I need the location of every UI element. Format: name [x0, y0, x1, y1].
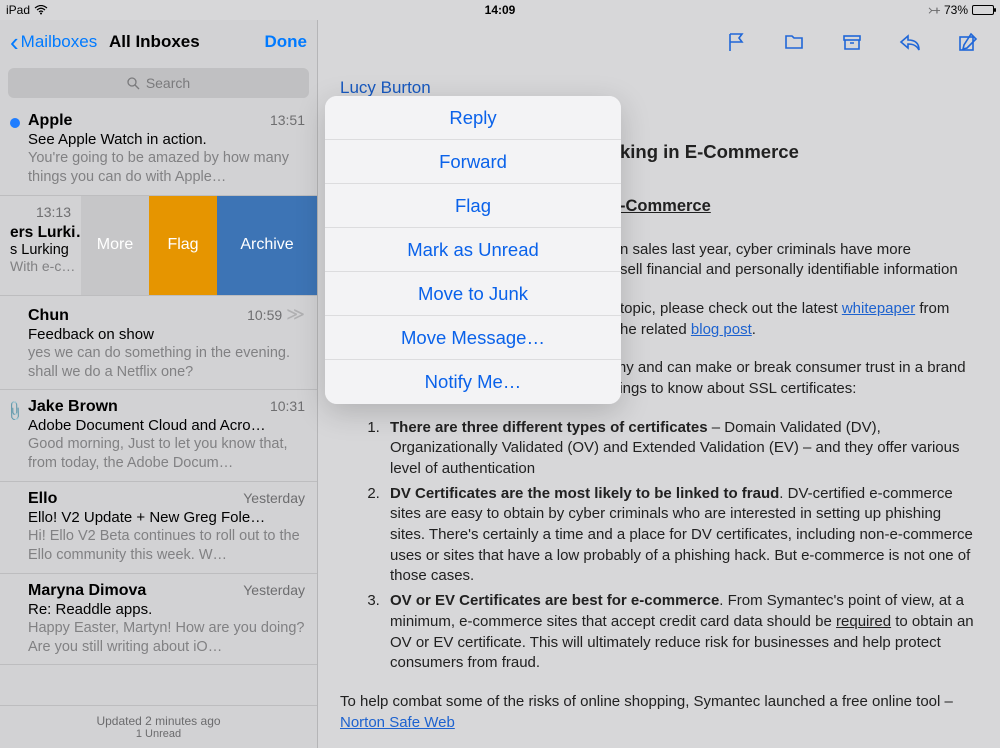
message-time: 13:13 — [10, 204, 71, 220]
flag-icon[interactable] — [724, 30, 748, 54]
message-sender: Jake Brown — [28, 398, 118, 416]
unread-dot-icon — [10, 118, 20, 128]
wifi-icon — [34, 5, 48, 15]
battery-percent: 73% — [944, 3, 968, 17]
sidebar-footer: Updated 2 minutes ago 1 Unread — [0, 705, 317, 748]
message-time: 13:51 — [270, 112, 305, 128]
footer-updated: Updated 2 minutes ago — [0, 714, 317, 728]
archive-icon[interactable] — [840, 30, 864, 54]
email-heading: -Commerce — [620, 195, 978, 218]
message-row-partial: 13:13 ers Lurki… s Lurking With e-c… — [0, 196, 81, 295]
message-preview: You're going to be amazed by how many th… — [28, 149, 305, 187]
message-subject: s Lurking — [10, 242, 75, 258]
chevron-left-icon: ‹ — [10, 29, 19, 55]
message-sender: Chun — [28, 307, 69, 325]
thread-chevron-icon: ≫ — [286, 304, 305, 324]
whitepaper-link[interactable]: whitepaper — [842, 300, 915, 317]
search-placeholder: Search — [146, 75, 190, 91]
message-preview: Happy Easter, Martyn! How are you doing?… — [28, 619, 305, 657]
popover-notify[interactable]: Notify Me… — [325, 360, 621, 404]
swipe-more-button[interactable]: More — [81, 196, 149, 295]
message-preview: yes we can do something in the evening. … — [28, 344, 305, 382]
popover-forward[interactable]: Forward — [325, 140, 621, 184]
email-title: king in E-Commerce — [620, 139, 978, 165]
message-row[interactable]: Ello Yesterday Ello! V2 Update + New Gre… — [0, 482, 317, 574]
action-popover: Reply Forward Flag Mark as Unread Move t… — [325, 96, 621, 404]
popover-move-junk[interactable]: Move to Junk — [325, 272, 621, 316]
message-row[interactable]: Apple 13:51 See Apple Watch in action. Y… — [0, 104, 317, 196]
message-time: Yesterday — [243, 582, 305, 598]
email-paragraph: topic, please check out the latest white… — [620, 299, 978, 340]
message-sender: Maryna Dimova — [28, 582, 146, 600]
popover-reply[interactable]: Reply — [325, 96, 621, 140]
message-row[interactable]: 📎 Jake Brown 10:31 Adobe Document Cloud … — [0, 390, 317, 482]
popover-move-message[interactable]: Move Message… — [325, 316, 621, 360]
search-icon — [127, 77, 140, 90]
message-list-pane: ‹ Mailboxes All Inboxes Done Search Appl… — [0, 20, 318, 748]
search-input[interactable]: Search — [8, 68, 309, 98]
message-row[interactable]: Maryna Dimova Yesterday Re: Readdle apps… — [0, 574, 317, 666]
clock: 14:09 — [485, 3, 516, 17]
device-label: iPad — [6, 3, 30, 17]
reply-icon[interactable] — [898, 30, 922, 54]
norton-link[interactable]: Norton Safe Web — [340, 714, 455, 731]
message-time: 10:31 — [270, 398, 305, 414]
message-subject: Re: Readdle apps. — [28, 601, 305, 618]
email-list: There are three different types of certi… — [384, 418, 978, 674]
email-paragraph: To help combat some of the risks of onli… — [340, 692, 978, 733]
back-label: Mailboxes — [21, 32, 98, 52]
message-subject: Feedback on show — [28, 326, 305, 343]
sidebar-navbar: ‹ Mailboxes All Inboxes Done — [0, 20, 317, 64]
message-subject: Ello! V2 Update + New Greg Fole… — [28, 509, 305, 526]
folder-icon[interactable] — [782, 30, 806, 54]
popover-flag[interactable]: Flag — [325, 184, 621, 228]
popover-mark-unread[interactable]: Mark as Unread — [325, 228, 621, 272]
message-row[interactable]: Chun 10:59≫ Feedback on show yes we can … — [0, 296, 317, 391]
swipe-archive-button[interactable]: Archive — [217, 196, 317, 295]
message-sender: ers Lurki… — [10, 224, 75, 242]
message-subject: Adobe Document Cloud and Acro… — [28, 417, 305, 434]
inbox-title: All Inboxes — [109, 32, 200, 52]
message-preview: With e-c… — [10, 258, 75, 274]
message-row-swiped[interactable]: 13:13 ers Lurki… s Lurking With e-c… Mor… — [0, 196, 317, 296]
blogpost-link[interactable]: blog post — [691, 321, 752, 338]
status-bar: iPad 14:09 ᚛ᚐ 73% — [0, 0, 1000, 20]
message-subject: See Apple Watch in action. — [28, 131, 305, 148]
battery-icon — [972, 5, 994, 15]
swipe-flag-button[interactable]: Flag — [149, 196, 217, 295]
message-preview: Good morning, Just to let you know that,… — [28, 435, 305, 473]
message-time: Yesterday — [243, 490, 305, 506]
message-list[interactable]: Apple 13:51 See Apple Watch in action. Y… — [0, 104, 317, 705]
list-item: OV or EV Certificates are best for e-com… — [384, 591, 978, 674]
email-paragraph: n sales last year, cyber criminals have … — [620, 240, 978, 281]
list-item: DV Certificates are the most likely to b… — [384, 484, 978, 587]
list-item: There are three different types of certi… — [384, 418, 978, 480]
detail-toolbar — [318, 20, 1000, 64]
message-preview: Hi! Ello V2 Beta continues to roll out t… — [28, 527, 305, 565]
footer-unread-count: 1 Unread — [0, 728, 317, 740]
message-sender: Apple — [28, 112, 72, 130]
bluetooth-icon: ᚛ᚐ — [928, 3, 940, 17]
message-time: 10:59≫ — [247, 304, 305, 325]
done-button[interactable]: Done — [265, 32, 308, 52]
attachment-icon: 📎 — [3, 400, 27, 424]
mailboxes-back-button[interactable]: ‹ Mailboxes — [10, 29, 97, 55]
message-sender: Ello — [28, 490, 57, 508]
compose-icon[interactable] — [956, 30, 980, 54]
